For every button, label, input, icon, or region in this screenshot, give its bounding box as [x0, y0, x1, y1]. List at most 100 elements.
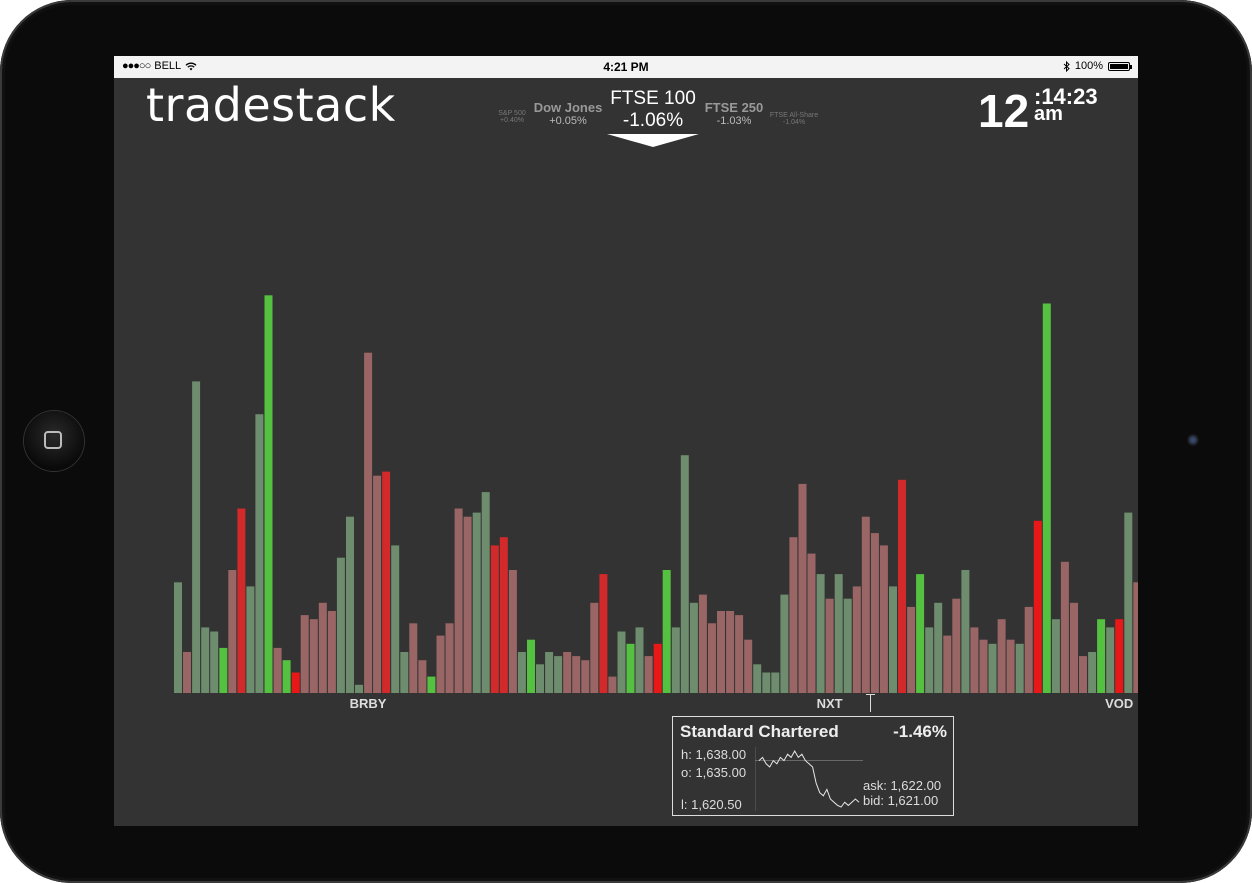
stock-bar[interactable]	[1042, 303, 1051, 694]
stock-bar[interactable]	[1070, 602, 1078, 693]
stock-bar[interactable]	[689, 602, 698, 693]
stock-bar[interactable]	[653, 643, 662, 693]
stock-bar[interactable]	[418, 660, 427, 693]
stock-bar[interactable]	[789, 537, 798, 693]
stock-bar[interactable]	[997, 619, 1006, 693]
stock-bar[interactable]	[879, 545, 888, 693]
stock-bar[interactable]	[979, 639, 988, 693]
stock-bar[interactable]	[952, 598, 961, 693]
stock-bar[interactable]	[192, 381, 201, 693]
stock-bar[interactable]	[291, 672, 300, 694]
stock-bar[interactable]	[889, 586, 897, 693]
stock-bar[interactable]	[1133, 582, 1138, 693]
stock-bar[interactable]	[346, 516, 354, 693]
stock-bar[interactable]	[843, 598, 852, 693]
stock-bar[interactable]	[626, 643, 635, 693]
stock-bar[interactable]	[536, 664, 544, 693]
stock-bar[interactable]	[309, 619, 318, 693]
stock-bar[interactable]	[1115, 619, 1124, 693]
stock-bar[interactable]	[409, 623, 418, 693]
stock-bar[interactable]	[1088, 652, 1097, 693]
stock-bar[interactable]	[1060, 561, 1069, 693]
stock-bar[interactable]	[861, 516, 870, 693]
stock-bar[interactable]	[255, 414, 264, 693]
stock-bar[interactable]	[680, 455, 689, 693]
stock-bar[interactable]	[762, 672, 771, 694]
stock-bar[interactable]	[490, 545, 499, 693]
stock-bar[interactable]	[608, 676, 617, 693]
stock-bar[interactable]	[183, 652, 191, 693]
stock-bar[interactable]	[798, 483, 807, 693]
stock-bar[interactable]	[228, 570, 237, 693]
stock-bar[interactable]	[327, 611, 336, 693]
stock-bar[interactable]	[644, 656, 653, 693]
stock-bar[interactable]	[373, 475, 382, 693]
stock-bar[interactable]	[246, 586, 255, 693]
stock-bar[interactable]	[1124, 512, 1133, 693]
stock-bar[interactable]	[1051, 619, 1060, 693]
stock-bar[interactable]	[961, 570, 970, 693]
stock-bar[interactable]	[463, 516, 472, 693]
stock-bar[interactable]	[364, 352, 373, 693]
stock-bar[interactable]	[355, 684, 363, 693]
stock-bar[interactable]	[472, 512, 481, 693]
stock-bar[interactable]	[735, 615, 744, 693]
stock-bar[interactable]	[1097, 619, 1106, 693]
stock-bar[interactable]	[400, 652, 409, 693]
stock-bar[interactable]	[662, 570, 671, 693]
stock-bar[interactable]	[635, 627, 644, 693]
stock-bar[interactable]	[708, 623, 716, 693]
stock-bar[interactable]	[807, 553, 816, 693]
stock-bar[interactable]	[816, 574, 825, 693]
stock-bar[interactable]	[499, 537, 508, 693]
stock-bar[interactable]	[907, 606, 916, 693]
stock-bar[interactable]	[988, 643, 997, 693]
stock-bar[interactable]	[753, 664, 762, 693]
stock-bar[interactable]	[382, 471, 391, 693]
stock-bar[interactable]	[445, 623, 454, 693]
stock-bar[interactable]	[870, 533, 879, 693]
stock-bar[interactable]	[517, 652, 526, 693]
stock-bar[interactable]	[563, 652, 572, 693]
stock-bar[interactable]	[237, 508, 246, 694]
stock-bar-chart[interactable]	[114, 56, 1138, 826]
stock-bar[interactable]	[934, 602, 943, 693]
stock-bar[interactable]	[599, 574, 608, 693]
stock-bar[interactable]	[726, 611, 735, 693]
stock-bar[interactable]	[174, 582, 182, 693]
stock-bar[interactable]	[916, 574, 925, 693]
stock-bar[interactable]	[391, 545, 400, 693]
stock-bar[interactable]	[264, 295, 273, 693]
stock-bar[interactable]	[273, 647, 282, 693]
stock-bar[interactable]	[1024, 606, 1033, 693]
stock-bar[interactable]	[527, 639, 535, 693]
home-button[interactable]	[24, 411, 84, 471]
stock-bar[interactable]	[336, 557, 345, 693]
stock-bar[interactable]	[318, 602, 327, 693]
stock-bar[interactable]	[771, 672, 780, 694]
stock-bar[interactable]	[219, 647, 228, 693]
stock-bar[interactable]	[282, 660, 291, 693]
stock-bar[interactable]	[943, 635, 952, 693]
stock-bar[interactable]	[698, 594, 707, 693]
stock-bar[interactable]	[427, 676, 436, 693]
stock-bar[interactable]	[436, 635, 445, 693]
stock-bar[interactable]	[825, 598, 834, 693]
stock-bar[interactable]	[554, 656, 563, 693]
stock-bar[interactable]	[925, 627, 934, 693]
stock-bar[interactable]	[572, 656, 581, 693]
stock-bar[interactable]	[970, 627, 979, 693]
stock-bar[interactable]	[1015, 643, 1024, 693]
stock-bar[interactable]	[581, 660, 590, 693]
stock-bar[interactable]	[454, 508, 463, 694]
stock-bar[interactable]	[744, 639, 753, 693]
stock-bar[interactable]	[590, 602, 599, 693]
stock-bar[interactable]	[210, 631, 219, 694]
stock-bar[interactable]	[481, 492, 490, 693]
stock-bar[interactable]	[717, 611, 725, 693]
stock-bar[interactable]	[508, 570, 517, 693]
stock-bar[interactable]	[834, 574, 843, 693]
stock-bar[interactable]	[1079, 656, 1087, 693]
stock-bar[interactable]	[201, 627, 210, 693]
stock-bar[interactable]	[545, 652, 554, 693]
